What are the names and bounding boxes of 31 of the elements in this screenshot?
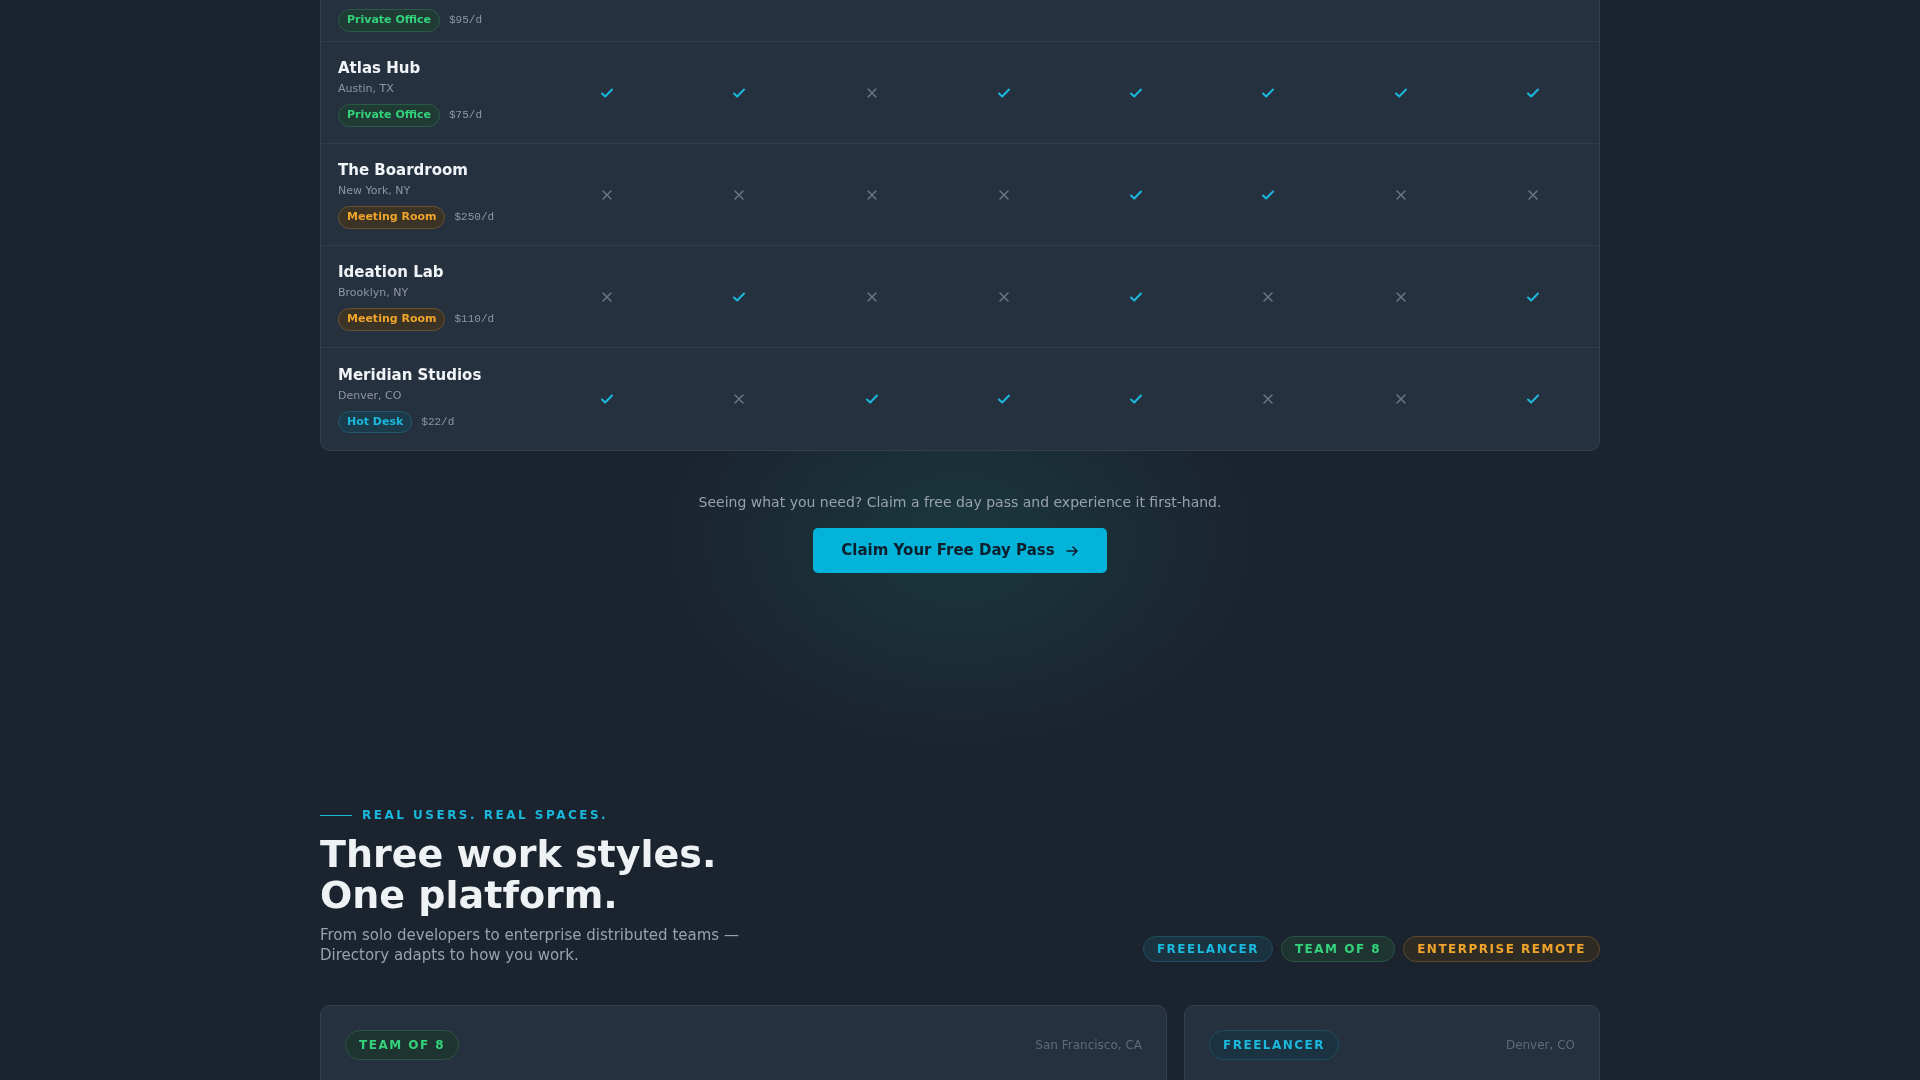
work-style-tag: FREELANCER (1209, 1030, 1340, 1060)
section-heading: Three work styles. One platform. (320, 834, 718, 916)
section-eyebrow: REAL USERS. REAL SPACES. (362, 807, 609, 824)
space-type-badge: Meeting Room (338, 308, 446, 331)
card-location: San Francisco, CA (1035, 1037, 1142, 1054)
space-location: New York, NY (338, 183, 412, 200)
price-text: $75/d (449, 108, 482, 124)
space-location: Brooklyn, NY (338, 285, 410, 302)
space-type-badge: Private Office (338, 104, 440, 127)
space-name: Meridian Studios (338, 364, 483, 385)
price-text: $250/d (454, 210, 495, 226)
price-text: $110/d (454, 312, 495, 328)
space-type-badge: Meeting Room (338, 206, 446, 229)
price-text: $22/d (421, 414, 455, 430)
space-name: The Boardroom (338, 160, 469, 181)
space-type-badge: Hot Desk (338, 410, 413, 434)
space-name: Atlas Hub (338, 58, 422, 79)
card-location: Denver, CO (1505, 1037, 1575, 1054)
space-name: Ideation Lab (338, 262, 445, 283)
space-type-badge: Private Office (338, 9, 440, 32)
arrow-right-icon (1064, 543, 1079, 558)
cta-text: Seeing what you need? Claim a free day pass and experience it first-hand. (698, 493, 1222, 512)
space-location: Denver, CO (338, 387, 403, 404)
work-style-tag: TEAM OF 8 (345, 1030, 460, 1060)
filter-chip[interactable]: FREELANCER (1142, 936, 1273, 962)
claim-pass-button[interactable]: Claim Your Free Day Pass (813, 528, 1107, 573)
filter-chip[interactable]: ENTERPRISE REMOTE (1403, 936, 1600, 962)
section-description: From solo developers to enterprise distributed teams — Directory adapts to how you work. (320, 925, 740, 965)
space-location: Austin, TX (338, 81, 395, 98)
filter-chip[interactable]: TEAM OF 8 (1280, 936, 1396, 962)
price-text: $95/d (449, 13, 482, 29)
